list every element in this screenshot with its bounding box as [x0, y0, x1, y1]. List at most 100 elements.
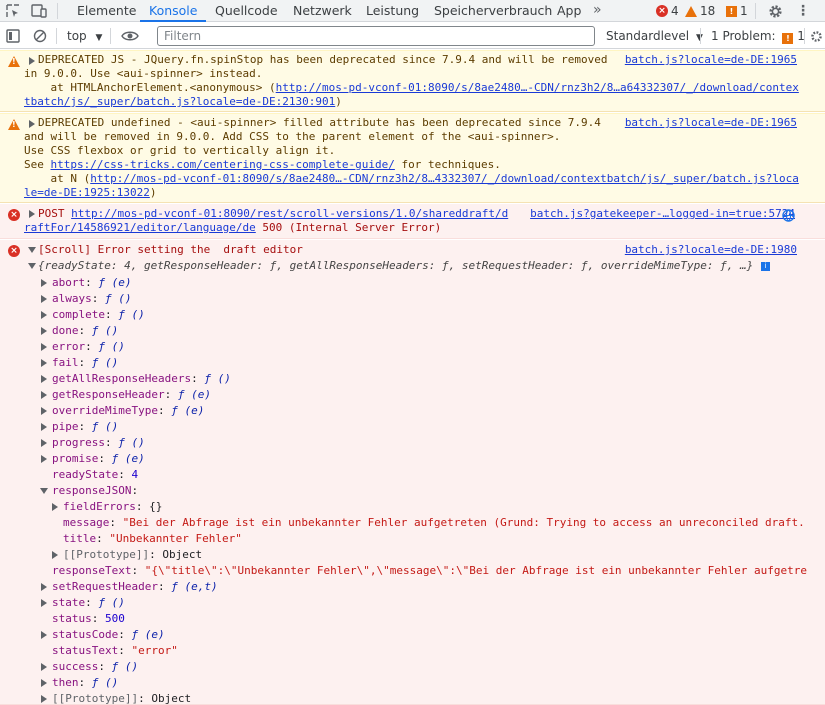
- object-property-row[interactable]: done: ƒ (): [52, 323, 118, 339]
- expand-triangle-icon[interactable]: [41, 599, 47, 607]
- expand-triangle-icon[interactable]: [41, 631, 47, 639]
- message-text: [Scroll] Error setting the draft editor: [38, 243, 303, 256]
- source-link[interactable]: batch.js?gatekeeper-…logged-in=true:5724: [530, 207, 795, 221]
- tab-netzwerk[interactable]: Netzwerk: [293, 0, 352, 22]
- expand-triangle-icon[interactable]: [29, 120, 35, 128]
- property-key: [[Prototype]]: [52, 692, 139, 705]
- status-text: 500 (Internal Server Error): [255, 221, 442, 234]
- object-property-row[interactable]: error: ƒ (): [52, 339, 125, 355]
- error-counter[interactable]: × 4: [656, 4, 679, 18]
- expand-triangle-icon[interactable]: [41, 439, 47, 447]
- tab-elemente[interactable]: Elemente: [77, 0, 136, 22]
- expand-triangle-icon[interactable]: [41, 663, 47, 671]
- expand-triangle-icon[interactable]: [41, 343, 47, 351]
- stack-link[interactable]: tbatch/js/_super/batch.js?locale=de-DE:2…: [24, 95, 335, 108]
- object-property-row[interactable]: promise: ƒ (e): [52, 451, 145, 467]
- tab-konsole[interactable]: Konsole: [140, 0, 207, 22]
- filter-input[interactable]: [157, 26, 595, 46]
- object-property-row[interactable]: abort: ƒ (e): [52, 275, 132, 291]
- source-link[interactable]: batch.js?locale=de-DE:1965: [625, 116, 797, 130]
- expand-triangle-icon[interactable]: [41, 455, 47, 463]
- expand-triangle-icon[interactable]: [41, 279, 47, 287]
- source-link[interactable]: batch.js?locale=de-DE:1965: [625, 53, 797, 67]
- expand-triangle-icon[interactable]: [41, 295, 47, 303]
- settings-gear-icon[interactable]: [765, 0, 785, 22]
- property-separator: :: [135, 500, 150, 513]
- console-settings-gear-icon[interactable]: [808, 23, 824, 49]
- stack-link[interactable]: http://mos-pd-vconf-01:8090/s/8ae2480…-C…: [90, 172, 799, 185]
- device-toolbar-icon[interactable]: [28, 0, 50, 22]
- object-property-row[interactable]: responseJSON:: [52, 483, 145, 499]
- object-property-row[interactable]: progress: ƒ (): [52, 435, 145, 451]
- tab-app[interactable]: App: [557, 0, 581, 22]
- property-separator: :: [118, 644, 132, 657]
- expand-triangle-icon[interactable]: [41, 407, 47, 415]
- tab-quellcode[interactable]: Quellcode: [215, 0, 278, 22]
- object-property-row[interactable]: setRequestHeader: ƒ (e,t): [52, 579, 218, 595]
- expand-triangle-icon[interactable]: [52, 551, 58, 559]
- property-separator: :: [85, 596, 99, 609]
- tab-leistung[interactable]: Leistung: [366, 0, 419, 22]
- expand-triangle-icon[interactable]: [41, 679, 47, 687]
- expand-triangle-icon[interactable]: [41, 695, 47, 703]
- object-property-row[interactable]: always: ƒ (): [52, 291, 132, 307]
- inspect-element-icon[interactable]: [4, 0, 22, 22]
- warning-icon: [8, 119, 20, 130]
- more-options-icon[interactable]: ⋮: [795, 0, 811, 22]
- object-property-row[interactable]: fieldErrors: {}: [63, 499, 162, 515]
- object-property-row[interactable]: getAllResponseHeaders: ƒ (): [52, 371, 231, 387]
- stack-link[interactable]: http://mos-pd-vconf-01:8090/s/8ae2480…-C…: [276, 81, 799, 94]
- object-property-row[interactable]: overrideMimeType: ƒ (e): [52, 403, 204, 419]
- tab-speicherverbrauch[interactable]: Speicherverbrauch: [434, 0, 552, 22]
- object-property-row[interactable]: [[Prototype]]: Object: [52, 691, 191, 705]
- expand-triangle-icon[interactable]: [41, 327, 47, 335]
- collapse-triangle-icon[interactable]: [28, 247, 36, 253]
- object-property-row[interactable]: then: ƒ (): [52, 675, 118, 691]
- expand-triangle-icon[interactable]: [41, 311, 47, 319]
- request-url-link[interactable]: raftFor/14586921/editor/language/de: [24, 221, 256, 234]
- property-separator: :: [118, 628, 132, 641]
- collapse-triangle-icon[interactable]: [28, 263, 36, 269]
- property-key: then: [52, 676, 79, 689]
- property-separator: :: [157, 580, 172, 593]
- object-property-row[interactable]: statusCode: ƒ (e): [52, 627, 165, 643]
- expand-triangle-icon[interactable]: [41, 583, 47, 591]
- object-property-row[interactable]: pipe: ƒ (): [52, 419, 118, 435]
- expand-triangle-icon[interactable]: [41, 423, 47, 431]
- expand-triangle-icon[interactable]: [41, 359, 47, 367]
- object-summary[interactable]: {readyState: 4, getResponseHeader: ƒ, ge…: [38, 259, 753, 273]
- more-tabs-icon[interactable]: »: [593, 0, 602, 22]
- expand-triangle-icon[interactable]: [29, 57, 35, 65]
- object-property-row[interactable]: getResponseHeader: ƒ (e): [52, 387, 211, 403]
- tabbar-divider: [57, 3, 58, 19]
- stack-frame: tbatch/js/_super/batch.js?locale=de-DE:2…: [24, 95, 342, 109]
- request-url-link[interactable]: http://mos-pd-vconf-01:8090/rest/scroll-…: [71, 207, 508, 220]
- object-property-row[interactable]: complete: ƒ (): [52, 307, 145, 323]
- live-expression-eye-icon[interactable]: [119, 23, 141, 49]
- object-property-row[interactable]: success: ƒ (): [52, 659, 138, 675]
- warning-counter[interactable]: 18: [685, 4, 715, 18]
- expand-triangle-icon[interactable]: [29, 210, 35, 218]
- property-value: ƒ (): [91, 356, 119, 369]
- log-level-select[interactable]: Standardlevel ▼: [606, 23, 703, 49]
- object-property-row[interactable]: fail: ƒ (): [52, 355, 118, 371]
- stack-link[interactable]: le=de-DE:1925:13022: [24, 186, 150, 199]
- toolbar-divider: [56, 28, 57, 44]
- sidebar-toggle-icon[interactable]: [4, 23, 22, 49]
- context-selector[interactable]: top ▼: [67, 23, 102, 49]
- expand-triangle-icon[interactable]: [41, 375, 47, 383]
- object-property-row[interactable]: state: ƒ (): [52, 595, 125, 611]
- issues-counter[interactable]: ! 1: [726, 4, 748, 18]
- collapse-triangle-icon[interactable]: [40, 488, 48, 494]
- problems-button[interactable]: 1 Problem: ! 1: [711, 23, 805, 49]
- object-property-row: title: "Unbekannter Fehler": [63, 531, 242, 547]
- expand-triangle-icon[interactable]: [41, 391, 47, 399]
- expand-triangle-icon[interactable]: [52, 503, 58, 511]
- info-icon[interactable]: i: [761, 262, 770, 271]
- object-property-row[interactable]: [[Prototype]]: Object: [63, 547, 202, 563]
- network-request-icon[interactable]: [781, 208, 795, 222]
- clear-console-icon[interactable]: [31, 23, 49, 49]
- source-link[interactable]: batch.js?locale=de-DE:1980: [625, 243, 797, 257]
- property-value: "error": [131, 644, 178, 657]
- reference-link[interactable]: https://css-tricks.com/centering-css-com…: [51, 158, 395, 171]
